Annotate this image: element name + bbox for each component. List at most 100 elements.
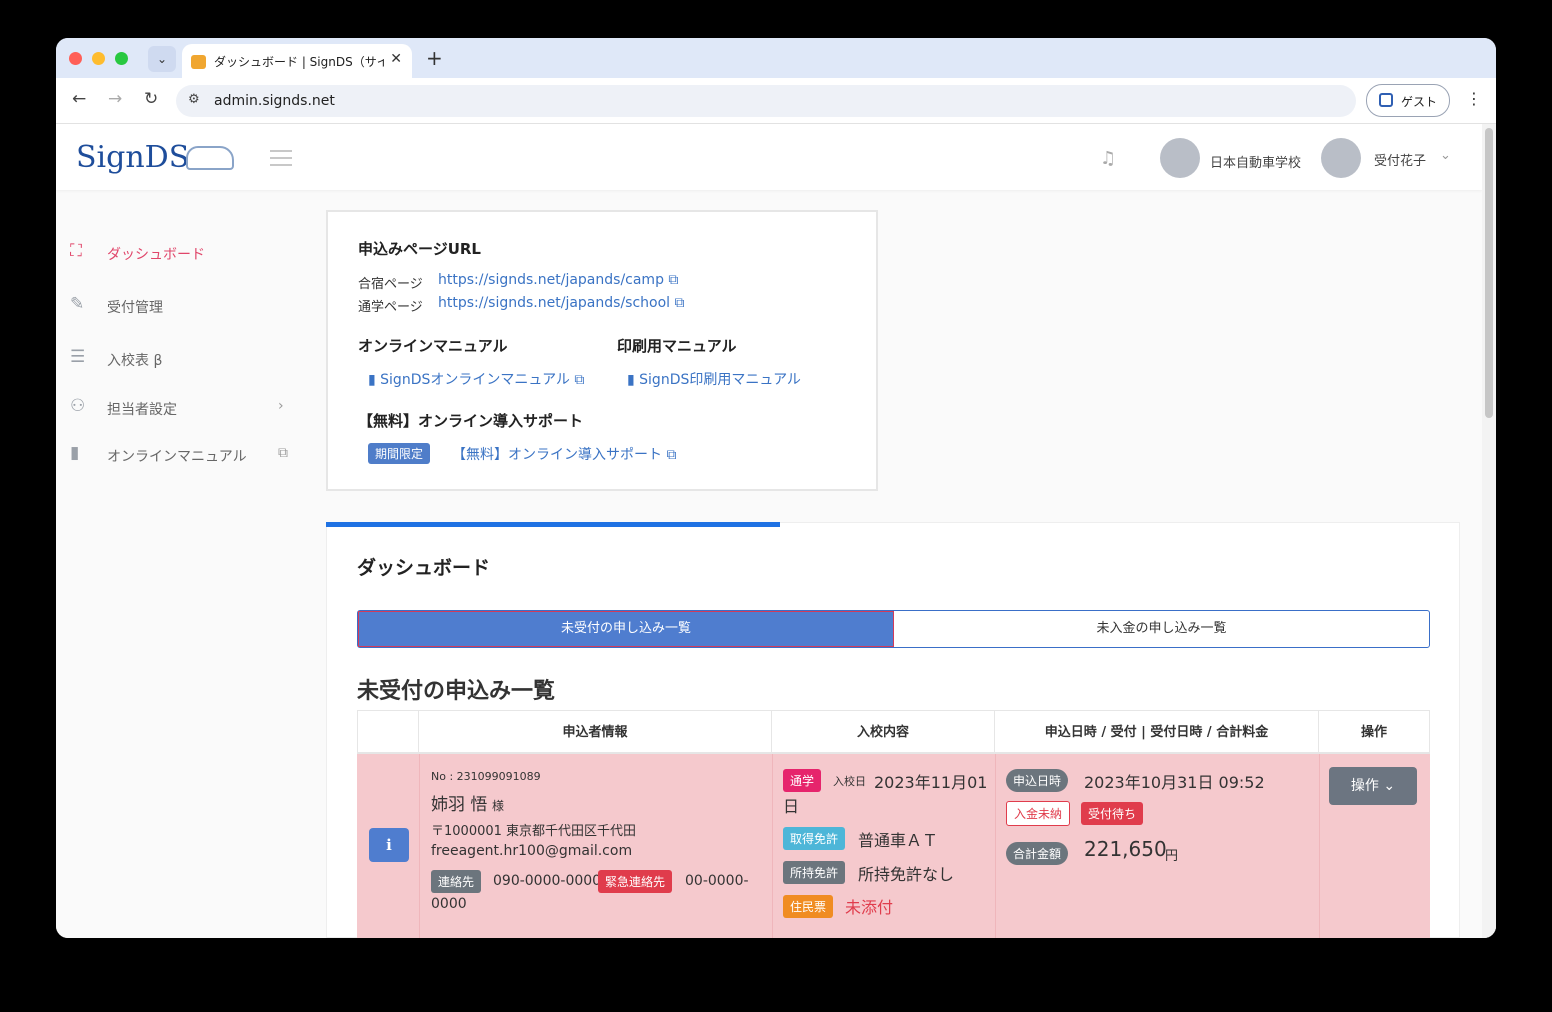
sidebar-item-label: 入校表 β — [107, 353, 163, 369]
column-header: 入校内容 — [772, 710, 995, 754]
dashboard-panel: ダッシュボード 未受付の申し込み一覧 未入金の申し込み一覧 未受付の申込み一覧 … — [326, 522, 1460, 938]
contact-phone: 090-0000-0000 — [493, 873, 602, 889]
scrollbar[interactable] — [1482, 124, 1496, 938]
waiting-tag: 受付待ち — [1081, 802, 1144, 825]
favicon-icon — [191, 55, 206, 69]
info-button[interactable]: i — [369, 828, 409, 862]
column-header: 申込日時 / 受付 | 受付日時 / 合計料金 — [995, 710, 1319, 754]
applied-date-tag: 申込日時 — [1006, 769, 1069, 792]
held-license-tag: 所持免許 — [783, 861, 846, 884]
support-link[interactable]: 【無料】オンライン導入サポート ⧉ — [452, 444, 676, 464]
applicant-email: freeagent.hr100@gmail.com — [431, 843, 633, 859]
applied-datetime: 2023年10月31日 09:52 — [1084, 773, 1265, 792]
tab-unpaid[interactable]: 未入金の申し込み一覧 — [894, 611, 1429, 647]
limited-time-badge: 期間限定 — [368, 443, 431, 464]
column-header — [357, 710, 419, 754]
sidebar-item-enrollment[interactable]: ☰ 入校表 β — [70, 344, 300, 374]
emergency-phone-part2: 0000 — [431, 896, 467, 912]
sidebar-item-online-manual[interactable]: ▮ オンラインマニュアル ⧉ — [70, 440, 300, 470]
school-avatar — [1160, 138, 1200, 178]
camp-page-label: 合宿ページ — [358, 277, 423, 292]
scrollbar-thumb[interactable] — [1485, 128, 1493, 418]
tab-title: ダッシュボード | SignDS（サイ — [214, 55, 384, 69]
application-number: No : 231099091089 — [431, 770, 541, 783]
dashboard-title: ダッシュボード — [357, 557, 491, 579]
application-url-card: 申込みページURL 合宿ページ https://signds.net/japan… — [326, 210, 878, 491]
column-header: 申込者情報 — [419, 710, 772, 754]
user-icon: ⚇ — [70, 396, 86, 416]
entry-date-suffix: 日 — [783, 797, 800, 816]
active-tab[interactable]: ダッシュボード | SignDS（サイ ✕ — [182, 44, 412, 78]
reload-button[interactable]: ↻ — [144, 89, 158, 109]
camp-page-link[interactable]: https://signds.net/japands/camp ⧉ — [438, 272, 678, 288]
entry-date: 2023年11月01 — [874, 773, 988, 792]
edit-icon: ✎ — [70, 294, 85, 314]
sidebar-item-label: オンラインマニュアル — [107, 449, 247, 465]
bell-icon[interactable]: ♫ — [1100, 148, 1116, 169]
profile-icon — [1379, 93, 1393, 107]
minimize-window-button[interactable] — [92, 52, 105, 65]
chevron-right-icon: › — [278, 398, 284, 414]
sidebar-item-staff-settings[interactable]: ⚇ 担当者設定 › — [70, 393, 300, 423]
held-license: 所持免許なし — [858, 865, 955, 884]
external-link-icon: ⧉ — [278, 445, 288, 461]
column-divider — [772, 754, 773, 938]
guest-profile-button[interactable]: ゲスト — [1366, 84, 1450, 117]
online-manual-title: オンラインマニュアル — [358, 337, 508, 355]
chevron-down-icon[interactable]: ⌄ — [1440, 148, 1451, 163]
applicant-address: 〒1000001 東京都千代田区千代田 — [431, 824, 637, 839]
sidebar: ⛶ ダッシュボード ✎ 受付管理 ☰ 入校表 β ⚇ 担当者設定 › ▮ オンラ… — [56, 190, 306, 938]
new-tab-button[interactable]: + — [426, 46, 443, 70]
tab-unreceived[interactable]: 未受付の申し込み一覧 — [358, 611, 894, 647]
tab-search-button[interactable]: ⌄ — [148, 46, 176, 72]
online-manual-link[interactable]: ▮ SignDSオンラインマニュアル ⧉ — [368, 369, 584, 389]
school-name: 日本自動車学校 — [1210, 156, 1302, 171]
column-divider — [1319, 754, 1320, 938]
total-amount: 221,650 — [1084, 837, 1167, 861]
browser-menu-button[interactable]: ⋮ — [1466, 89, 1482, 108]
list-switcher: 未受付の申し込み一覧 未入金の申し込み一覧 — [357, 610, 1430, 648]
print-manual-link[interactable]: ▮ SignDS印刷用マニュアル — [627, 369, 801, 389]
site-settings-icon[interactable]: ⚙ — [188, 92, 200, 107]
maximize-window-button[interactable] — [115, 52, 128, 65]
list-icon: ☰ — [70, 347, 86, 367]
user-name[interactable]: 受付花子 — [1374, 150, 1426, 169]
menu-toggle-icon[interactable] — [270, 150, 292, 171]
license-tag: 取得免許 — [783, 827, 846, 850]
user-avatar[interactable] — [1321, 138, 1361, 178]
address-bar: ← → ↻ ⚙ admin.signds.net ゲスト ⋮ — [56, 78, 1496, 124]
app-content: SignDS ♫ 日本自動車学校 受付花子 ⌄ ⛶ ダッシュボード ✎ 受付管理… — [56, 124, 1496, 938]
unpaid-tag: 入金未納 — [1006, 801, 1071, 826]
logo[interactable]: SignDS — [76, 140, 189, 175]
yen-unit: 円 — [1165, 849, 1179, 864]
app-header: SignDS ♫ 日本自動車学校 受付花子 ⌄ — [56, 124, 1482, 190]
back-button[interactable]: ← — [72, 89, 86, 109]
emergency-phone-part1: 00-0000- — [685, 873, 749, 889]
contact-tag: 連絡先 — [431, 870, 482, 893]
license-type: 普通車ＡＴ — [858, 831, 939, 850]
sidebar-item-dashboard[interactable]: ⛶ ダッシュボード — [70, 238, 300, 268]
sidebar-item-label: 受付管理 — [107, 300, 163, 316]
tab-close-button[interactable]: ✕ — [390, 51, 402, 67]
sidebar-item-label: ダッシュボード — [107, 247, 205, 263]
print-manual-title: 印刷用マニュアル — [617, 337, 737, 355]
column-divider — [995, 754, 996, 938]
guest-label: ゲスト — [1401, 95, 1438, 109]
progress-bar — [326, 522, 780, 527]
operation-button[interactable]: 操作 ⌄ — [1329, 767, 1417, 805]
school-page-link[interactable]: https://signds.net/japands/school ⧉ — [438, 295, 685, 311]
commute-tag: 通学 — [783, 769, 822, 792]
chart-icon: ⛶ — [70, 241, 82, 261]
total-amount-tag: 合計金額 — [1006, 842, 1069, 865]
school-page-label: 通学ページ — [358, 300, 423, 315]
honorific: 様 — [492, 799, 505, 813]
logo-car-icon — [186, 146, 234, 170]
url-field[interactable]: ⚙ admin.signds.net — [176, 85, 1356, 117]
book-icon: ▮ — [70, 443, 80, 463]
browser-window: ⌄ ダッシュボード | SignDS（サイ ✕ + ← → ↻ ⚙ admin.… — [56, 38, 1496, 938]
forward-button[interactable]: → — [108, 89, 122, 109]
sidebar-item-reception[interactable]: ✎ 受付管理 — [70, 291, 300, 321]
close-window-button[interactable] — [69, 52, 82, 65]
support-title: 【無料】オンライン導入サポート — [358, 412, 584, 430]
column-divider — [419, 754, 420, 938]
